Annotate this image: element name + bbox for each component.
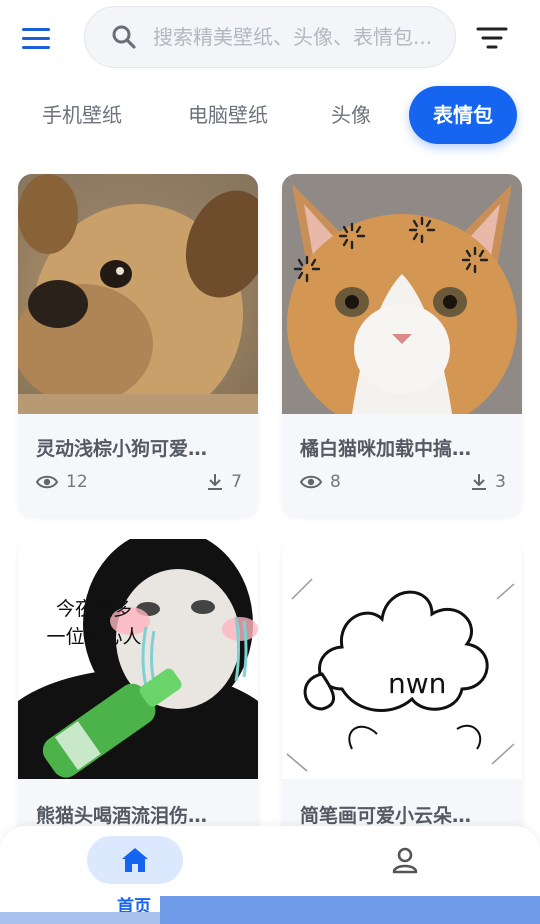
search-icon — [111, 24, 137, 50]
view-count: 8 — [300, 472, 341, 492]
category-tabs: 手机壁纸 电脑壁纸 头像 表情包 — [0, 86, 540, 146]
filter-button[interactable] — [476, 24, 508, 52]
doodle-text: nwn — [388, 667, 447, 700]
menu-line — [22, 27, 50, 31]
system-bar-left — [0, 912, 160, 924]
download-icon — [472, 474, 487, 490]
tab-avatar[interactable]: 头像 — [331, 86, 371, 144]
meme-caption-line: 今夜又多 — [55, 598, 132, 620]
card-title: 简笔画可爱小云朵… — [300, 805, 472, 827]
sticker-image-panda-meme: 今夜又多 一位伤心人 — [18, 539, 258, 779]
sticker-image-cat — [282, 174, 522, 414]
menu-line — [22, 45, 50, 49]
nav-home-button[interactable] — [87, 836, 183, 884]
eye-icon — [300, 475, 322, 489]
download-count-value: 7 — [231, 472, 242, 492]
menu-line — [22, 36, 50, 40]
eye-icon — [36, 475, 58, 489]
search-bar[interactable] — [84, 6, 456, 68]
view-count: 12 — [36, 472, 88, 492]
download-count: 3 — [471, 472, 506, 492]
tab-pc-wallpaper[interactable]: 电脑壁纸 — [188, 86, 268, 144]
sticker-image-puppy — [18, 174, 258, 414]
nav-profile-button[interactable] — [382, 838, 428, 882]
sticker-card[interactable]: nwn 简笔画可爱小云朵… — [282, 539, 522, 839]
home-icon — [122, 848, 148, 872]
top-bar — [0, 0, 540, 76]
view-count-value: 12 — [66, 472, 88, 492]
tab-phone-wallpaper[interactable]: 手机壁纸 — [42, 86, 122, 144]
card-stats: 8 3 — [300, 472, 506, 496]
system-bar — [160, 896, 540, 924]
sticker-image-cloud-doodle: nwn — [282, 539, 522, 779]
card-title: 灵动浅棕小狗可爱… — [36, 438, 208, 460]
card-stats: 12 7 — [36, 472, 242, 496]
profile-icon — [392, 847, 418, 874]
card-title: 橘白猫咪加载中搞… — [300, 438, 472, 460]
sticker-card[interactable]: 灵动浅棕小狗可爱… 12 7 — [18, 174, 258, 516]
download-icon — [208, 474, 223, 490]
search-input[interactable] — [153, 25, 443, 49]
tab-stickers[interactable]: 表情包 — [409, 86, 517, 144]
view-count-value: 8 — [330, 472, 341, 492]
sticker-card[interactable]: 今夜又多 一位伤心人 熊猫头喝酒流泪伤… — [18, 539, 258, 839]
menu-button[interactable] — [22, 22, 62, 54]
card-title: 熊猫头喝酒流泪伤… — [36, 805, 208, 827]
download-count-value: 3 — [495, 472, 506, 492]
sticker-card[interactable]: 橘白猫咪加载中搞… 8 3 — [282, 174, 522, 516]
filter-icon — [476, 27, 508, 49]
download-count: 7 — [207, 472, 242, 492]
meme-caption-line: 一位伤心人 — [46, 626, 142, 648]
meme-caption: 今夜又多 一位伤心人 — [34, 595, 154, 651]
